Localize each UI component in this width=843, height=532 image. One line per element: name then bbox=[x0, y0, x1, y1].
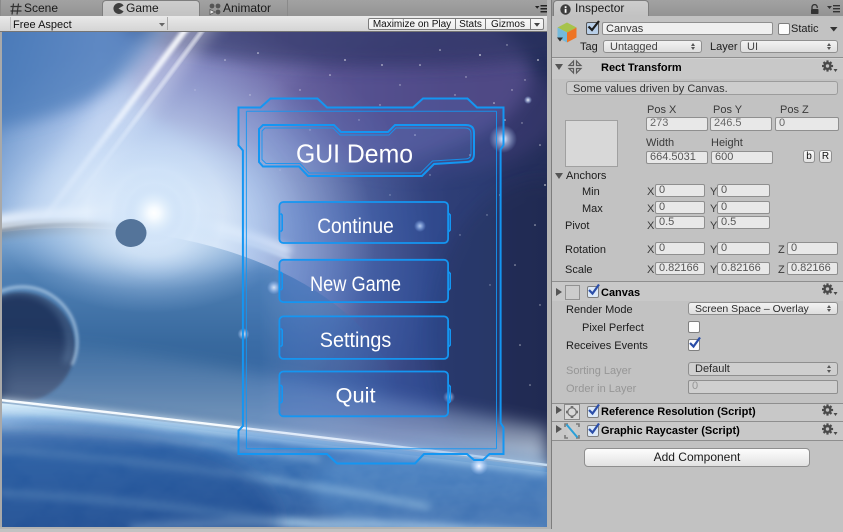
svg-text:Settings: Settings bbox=[320, 329, 392, 352]
svg-text:Continue: Continue bbox=[317, 215, 394, 238]
svg-text:New Game: New Game bbox=[310, 273, 401, 296]
svg-text:GUI Demo: GUI Demo bbox=[296, 139, 413, 169]
svg-text:Quit: Quit bbox=[336, 384, 376, 407]
